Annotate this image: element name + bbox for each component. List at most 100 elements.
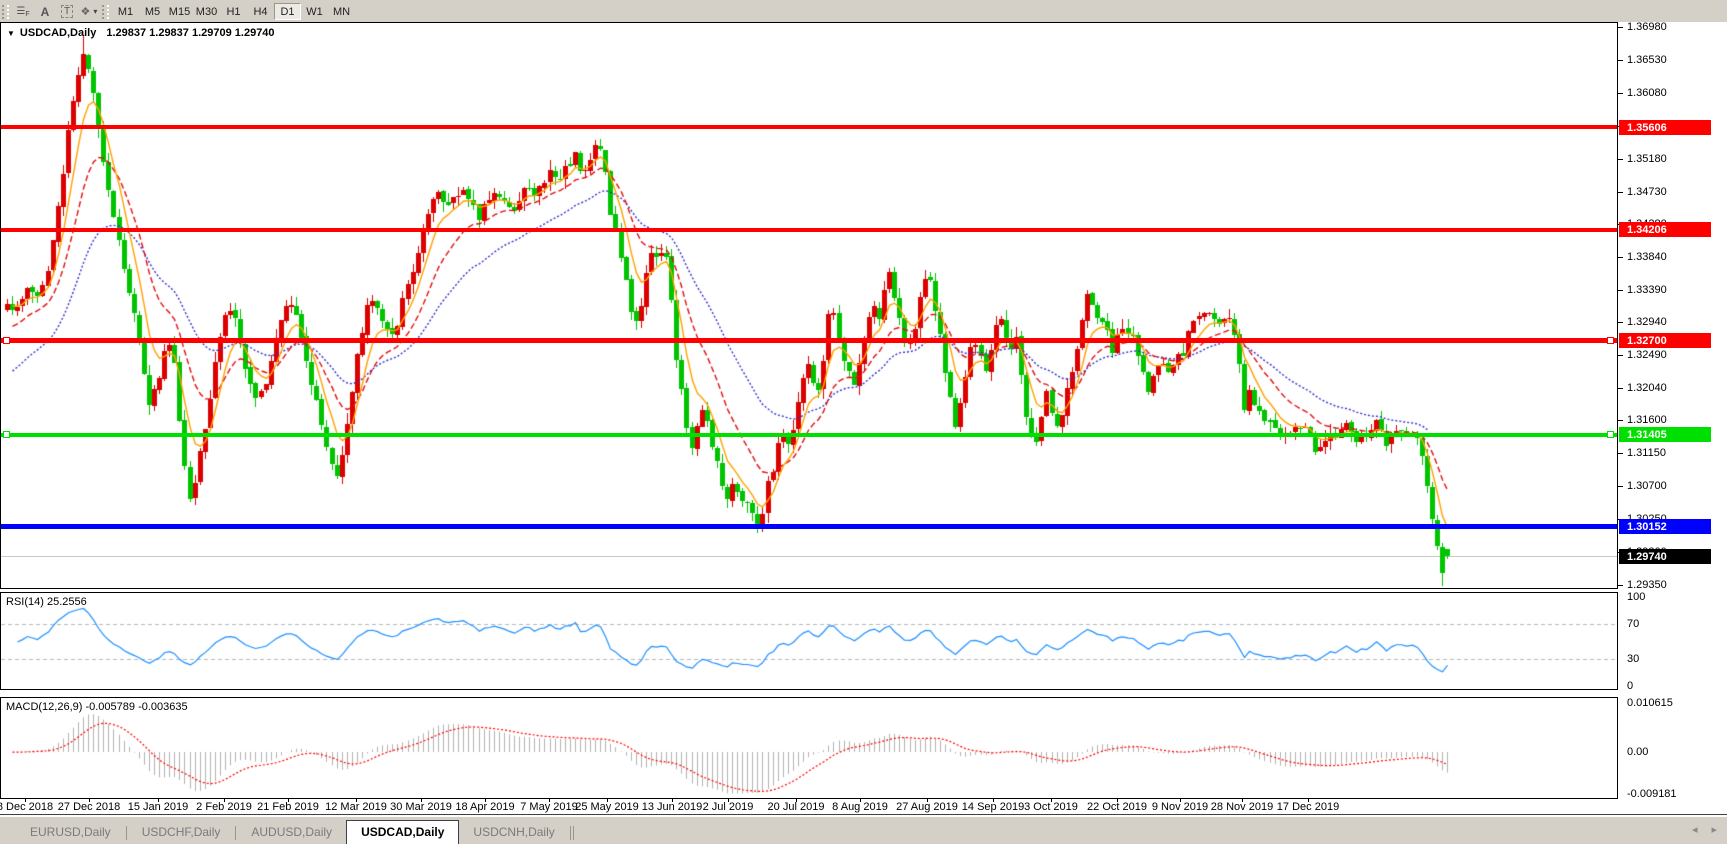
tab-usdchf[interactable]: USDCHF,Daily bbox=[128, 822, 235, 844]
tab-usdcnh[interactable]: USDCNH,Daily bbox=[459, 822, 568, 844]
line-selection-handle[interactable] bbox=[1607, 337, 1614, 344]
price-axis-label: 1.33390 bbox=[1627, 284, 1667, 296]
tab-eurusd[interactable]: EURUSD,Daily bbox=[16, 822, 125, 844]
price-tick bbox=[1618, 355, 1623, 356]
timeframe-button-w1[interactable]: W1 bbox=[301, 3, 328, 20]
collapse-arrow-icon[interactable]: ▼ bbox=[7, 29, 15, 38]
price-axis-label: 1.36980 bbox=[1627, 21, 1667, 33]
price-tick bbox=[1618, 420, 1623, 421]
rsi-canvas[interactable] bbox=[1, 593, 1617, 689]
price-axis-label: 1.33840 bbox=[1627, 251, 1667, 263]
toolbar: ☰F A T ❖▾ M1M5M15M30H1H4D1W1MN bbox=[0, 0, 1727, 22]
price-tick bbox=[1618, 388, 1623, 389]
rsi-axis-label: 100 bbox=[1627, 591, 1645, 603]
time-axis-label: 28 Nov 2019 bbox=[1211, 801, 1273, 813]
tab-separator bbox=[126, 826, 127, 840]
hline-price-badge: 1.31405 bbox=[1619, 427, 1711, 442]
toolbar-grip[interactable] bbox=[2, 5, 9, 19]
symbol-tabbar: EURUSD,DailyUSDCHF,DailyAUDUSD,DailyUSDC… bbox=[0, 816, 1727, 844]
time-axis-label: 2 Jul 2019 bbox=[703, 801, 754, 813]
rsi-axis-label: 70 bbox=[1627, 618, 1639, 630]
chart-title: ▼USDCAD,Daily1.29837 1.29837 1.29709 1.2… bbox=[7, 27, 275, 39]
mt4-window: ☰F A T ❖▾ M1M5M15M30H1H4D1W1MN ▼USDCAD,D… bbox=[0, 0, 1727, 844]
price-tick bbox=[1618, 93, 1623, 94]
horizontal-line-object[interactable] bbox=[1, 524, 1617, 529]
timeframe-button-h4[interactable]: H4 bbox=[247, 3, 274, 20]
horizontal-line-object[interactable] bbox=[1, 338, 1617, 343]
hline-price-badge: 1.30152 bbox=[1619, 519, 1711, 534]
price-tick bbox=[1618, 159, 1623, 160]
price-axis-label: 1.36530 bbox=[1627, 54, 1667, 66]
rsi-axis-label: 0 bbox=[1627, 680, 1633, 692]
price-axis-label: 1.32490 bbox=[1627, 349, 1667, 361]
time-axis-label: 9 Nov 2019 bbox=[1152, 801, 1208, 813]
tab-separator bbox=[235, 826, 236, 840]
tab-scroll-right-icon[interactable]: ▸ bbox=[1711, 825, 1717, 836]
tab-scroll-left-icon[interactable]: ◂ bbox=[1692, 825, 1698, 836]
price-axis-label: 1.36080 bbox=[1627, 87, 1667, 99]
macd-panel[interactable]: MACD(12,26,9) -0.005789 -0.003635 bbox=[0, 697, 1618, 799]
time-axis-label: 30 Mar 2019 bbox=[390, 801, 452, 813]
timeframe-button-m30[interactable]: M30 bbox=[193, 3, 220, 20]
price-axis-label: 1.31150 bbox=[1627, 447, 1666, 459]
timeframe-button-m5[interactable]: M5 bbox=[139, 3, 166, 20]
toolbar-grip[interactable] bbox=[102, 5, 109, 19]
price-tick bbox=[1618, 257, 1623, 258]
rsi-axis-label: 30 bbox=[1627, 653, 1639, 665]
horizontal-line-object[interactable] bbox=[1, 228, 1617, 232]
time-axis-label: 12 Mar 2019 bbox=[325, 801, 387, 813]
time-axis-label: 7 May 2019 bbox=[520, 801, 577, 813]
macd-axis-label: 0.010615 bbox=[1627, 697, 1673, 709]
chart-shift-icon[interactable]: ☰F bbox=[12, 3, 34, 21]
hline-price-badge: 1.35606 bbox=[1619, 120, 1711, 135]
horizontal-line-object[interactable] bbox=[1, 125, 1617, 129]
timeframe-button-d1[interactable]: D1 bbox=[274, 3, 301, 20]
time-axis-label: 20 Jul 2019 bbox=[768, 801, 825, 813]
chevron-down-icon[interactable]: ▾ bbox=[93, 7, 97, 16]
time-axis-label: 21 Feb 2019 bbox=[257, 801, 319, 813]
line-selection-handle[interactable] bbox=[1607, 431, 1614, 438]
rsi-label: RSI(14) 25.2556 bbox=[6, 596, 87, 608]
macd-label: MACD(12,26,9) -0.005789 -0.003635 bbox=[6, 701, 188, 713]
timeframe-button-m15[interactable]: M15 bbox=[166, 3, 193, 20]
price-chart-panel[interactable]: ▼USDCAD,Daily1.29837 1.29837 1.29709 1.2… bbox=[0, 22, 1618, 589]
time-axis-label: 14 Sep 2019 bbox=[962, 801, 1024, 813]
timeframe-button-m1[interactable]: M1 bbox=[112, 3, 139, 20]
price-tick bbox=[1618, 486, 1623, 487]
price-scale[interactable]: 1.369801.365301.360801.356301.351801.347… bbox=[1618, 22, 1727, 799]
price-tick bbox=[1618, 585, 1623, 586]
tab-usdcad[interactable]: USDCAD,Daily bbox=[346, 820, 459, 844]
time-axis-label: 3 Oct 2019 bbox=[1024, 801, 1078, 813]
time-axis-label: 27 Dec 2018 bbox=[58, 801, 120, 813]
rsi-panel[interactable]: RSI(14) 25.2556 bbox=[0, 592, 1618, 690]
text-label-icon[interactable]: A bbox=[34, 3, 56, 21]
time-axis-label: 15 Jan 2019 bbox=[128, 801, 189, 813]
price-tick bbox=[1618, 453, 1623, 454]
time-axis-label: 17 Dec 2019 bbox=[1277, 801, 1339, 813]
horizontal-line-object[interactable] bbox=[1, 433, 1617, 437]
time-axis-label: 8 Dec 2018 bbox=[0, 801, 53, 813]
text-box-icon[interactable]: T bbox=[56, 3, 78, 21]
price-axis-label: 1.30700 bbox=[1627, 480, 1667, 492]
price-tick bbox=[1618, 322, 1623, 323]
time-axis-label: 18 Apr 2019 bbox=[455, 801, 514, 813]
timeframe-button-h1[interactable]: H1 bbox=[220, 3, 247, 20]
candlestick-canvas[interactable] bbox=[1, 23, 1617, 588]
time-axis-label: 8 Aug 2019 bbox=[832, 801, 888, 813]
line-selection-handle[interactable] bbox=[3, 431, 10, 438]
price-tick bbox=[1618, 192, 1623, 193]
macd-canvas[interactable] bbox=[1, 698, 1617, 798]
cursor-mode-icon[interactable]: ❖▾ bbox=[78, 3, 100, 21]
price-axis-label: 1.31600 bbox=[1627, 414, 1667, 426]
price-axis-label: 1.34730 bbox=[1627, 186, 1667, 198]
time-scale[interactable]: 8 Dec 201827 Dec 201815 Jan 20192 Feb 20… bbox=[0, 799, 1727, 815]
price-axis-label: 1.35180 bbox=[1627, 153, 1667, 165]
line-selection-handle[interactable] bbox=[3, 337, 10, 344]
time-axis-label: 27 Aug 2019 bbox=[896, 801, 958, 813]
tab-separator bbox=[570, 826, 571, 840]
time-axis-label: 13 Jun 2019 bbox=[642, 801, 703, 813]
price-axis-label: 1.32040 bbox=[1627, 382, 1667, 394]
price-tick bbox=[1618, 60, 1623, 61]
tab-audusd[interactable]: AUDUSD,Daily bbox=[237, 822, 346, 844]
timeframe-button-mn[interactable]: MN bbox=[328, 3, 355, 20]
